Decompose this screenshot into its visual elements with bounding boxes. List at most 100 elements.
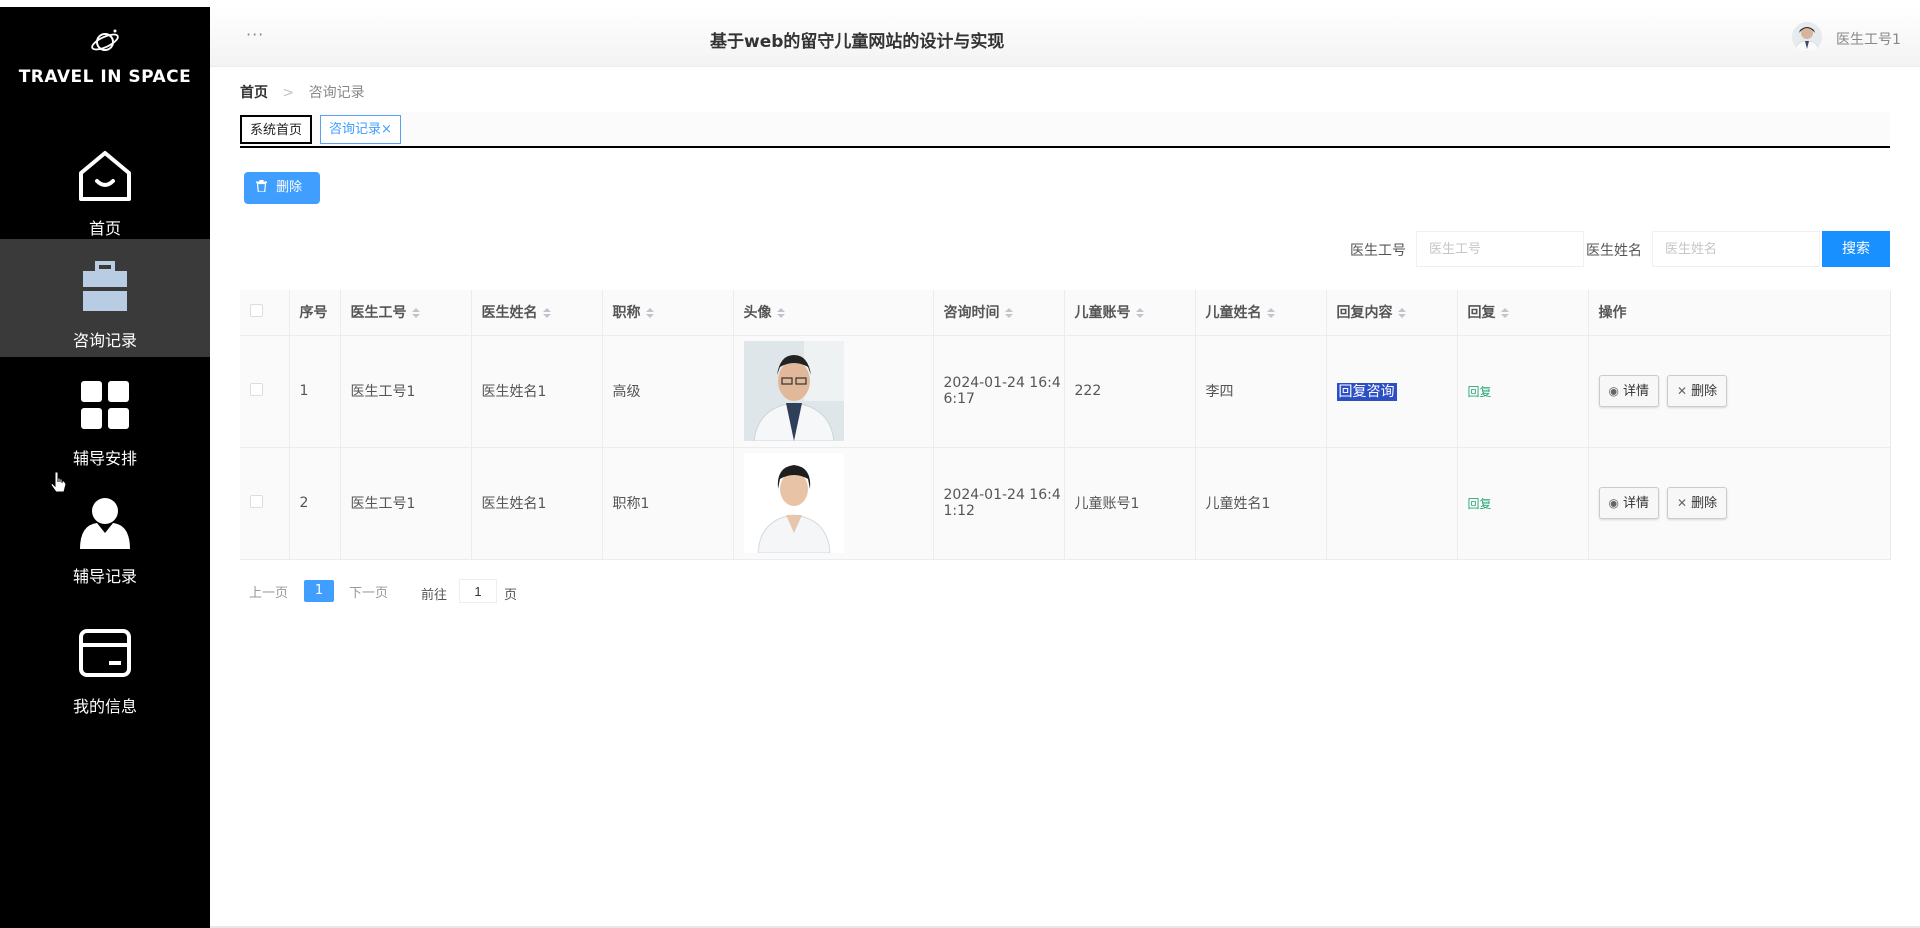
breadcrumb-separator: > — [282, 85, 295, 101]
sort-icon[interactable] — [1266, 308, 1275, 319]
sidebar: TRAVEL IN SPACE 首页 咨询记录 辅导安排 辅导记录 我的信息 — [0, 7, 210, 928]
sort-icon[interactable] — [1397, 308, 1406, 319]
column-header-sortable[interactable]: 回复内容 — [1326, 290, 1458, 336]
doctor-name-label: 医生姓名 — [1586, 243, 1642, 259]
actions-cell: ◉ 详情 ✕ 删除 — [1588, 447, 1891, 560]
batch-delete-button[interactable]: 删除 — [244, 172, 320, 204]
sidebar-item-label: 辅导安排 — [72, 449, 137, 468]
consult-time-cell: 2024-01-24 16:4 1:12 — [933, 447, 1065, 560]
title-cell: 高级 — [602, 335, 734, 448]
actions-cell: ◉ 详情 ✕ 删除 — [1588, 335, 1891, 448]
avatar[interactable] — [1792, 22, 1822, 52]
reply-cell: 回复 — [1457, 447, 1589, 560]
column-header: 操作 — [1588, 290, 1891, 336]
goto-label: 前往 — [421, 588, 448, 603]
row-checkbox[interactable] — [250, 494, 263, 508]
brand: TRAVEL IN SPACE — [0, 7, 210, 97]
doctor-id-input[interactable] — [1416, 231, 1584, 267]
consult-time-date: 2024-01-24 16:4 — [943, 487, 1061, 503]
doctor-id-label: 医生工号 — [1350, 243, 1406, 259]
consult-time-rest: 6:17 — [943, 391, 975, 407]
column-header-sortable[interactable]: 头像 — [733, 290, 934, 336]
close-icon: ✕ — [1677, 496, 1688, 510]
consult-time-cell: 2024-01-24 16:4 6:17 — [933, 335, 1065, 448]
child-name-cell: 儿童姓名1 — [1195, 447, 1327, 560]
tab-close-icon[interactable]: × — [381, 122, 392, 137]
sort-icon[interactable] — [645, 308, 654, 319]
sidebar-item-tutoring-records[interactable]: 辅导记录 — [0, 475, 210, 593]
page-suffix: 页 — [504, 588, 518, 603]
row-checkbox[interactable] — [250, 382, 263, 396]
tab-bar: 系统首页 咨询记录× — [240, 112, 1890, 148]
page-title: 基于web的留守儿童网站的设计与实现 — [710, 32, 1005, 52]
grid-icon — [81, 381, 129, 429]
column-header-sortable[interactable]: 职称 — [602, 290, 734, 336]
prev-page-button[interactable]: 上一页 — [249, 582, 288, 601]
planet-icon — [91, 29, 119, 51]
index-cell: 1 — [289, 335, 341, 448]
sidebar-item-home[interactable]: 首页 — [0, 127, 210, 245]
sort-icon[interactable] — [411, 308, 420, 319]
detail-button[interactable]: ◉ 详情 — [1598, 487, 1659, 519]
select-all-checkbox[interactable] — [250, 303, 263, 317]
page-number-current[interactable]: 1 — [304, 580, 334, 602]
sidebar-item-label: 辅导记录 — [72, 567, 137, 586]
breadcrumb-home[interactable]: 首页 — [240, 85, 268, 101]
trash-icon — [256, 180, 276, 195]
sort-icon[interactable] — [542, 308, 551, 319]
consult-records-table: 序号 医生工号 医生姓名 职称 头像 咨询时间 儿童账号 儿童姓名 回复内容 回… — [240, 290, 1891, 560]
row-select-cell[interactable] — [240, 447, 290, 560]
close-icon: ✕ — [1677, 384, 1688, 398]
column-header-sortable[interactable]: 医生姓名 — [471, 290, 603, 336]
home-icon — [79, 151, 131, 201]
user-name[interactable]: 医生工号1 — [1836, 29, 1901, 49]
reply-link[interactable]: 回复 — [1468, 497, 1492, 511]
doctor-name-cell: 医生姓名1 — [471, 335, 603, 448]
sidebar-item-consult-records[interactable]: 咨询记录 — [0, 239, 210, 357]
eye-icon: ◉ — [1608, 496, 1619, 510]
tab-label: 咨询记录 — [329, 122, 382, 137]
column-header-sortable[interactable]: 医生工号 — [340, 290, 472, 336]
detail-button[interactable]: ◉ 详情 — [1598, 375, 1659, 407]
next-page-button[interactable]: 下一页 — [349, 582, 388, 601]
column-header-sortable[interactable]: 儿童姓名 — [1195, 290, 1327, 336]
sort-icon[interactable] — [1500, 308, 1509, 319]
mouse-cursor-icon — [50, 471, 67, 493]
tab-system-home[interactable]: 系统首页 — [240, 115, 313, 144]
doctor-avatar-icon — [1792, 22, 1822, 52]
table-row: 2 医生工号1 医生姓名1 职称1 2024-01-24 16:4 1:12 儿… — [240, 447, 1891, 560]
doctor-photo — [743, 453, 844, 553]
doctor-id-cell: 医生工号1 — [340, 335, 472, 448]
sidebar-item-tutoring-schedule[interactable]: 辅导安排 — [0, 357, 210, 475]
goto-page-input[interactable] — [459, 579, 497, 603]
sidebar-item-label: 我的信息 — [72, 697, 137, 716]
reply-content-cell — [1326, 447, 1458, 560]
sort-icon[interactable] — [1135, 308, 1144, 319]
doctor-name-input[interactable] — [1652, 231, 1820, 267]
child-account-cell: 222 — [1064, 335, 1196, 448]
app-window: TRAVEL IN SPACE 首页 咨询记录 辅导安排 辅导记录 我的信息 ·… — [0, 0, 1920, 928]
card-icon — [79, 629, 131, 677]
tab-label: 系统首页 — [250, 123, 303, 138]
column-header-sortable[interactable]: 回复 — [1457, 290, 1589, 336]
reply-link[interactable]: 回复 — [1468, 385, 1492, 399]
child-account-cell: 儿童账号1 — [1064, 447, 1196, 560]
more-icon[interactable]: ··· — [246, 25, 264, 44]
tab-consult-records[interactable]: 咨询记录× — [320, 115, 401, 144]
photo-cell — [733, 335, 934, 448]
briefcase-icon — [83, 261, 127, 311]
sort-icon[interactable] — [776, 308, 785, 319]
sort-icon[interactable] — [1004, 308, 1013, 319]
table-header-row: 序号 医生工号 医生姓名 职称 头像 咨询时间 儿童账号 儿童姓名 回复内容 回… — [240, 290, 1891, 336]
doctor-photo — [743, 341, 844, 441]
sidebar-item-label: 首页 — [88, 219, 121, 238]
reply-content-text: 回复咨询 — [1336, 383, 1397, 401]
column-header-sortable[interactable]: 儿童账号 — [1064, 290, 1196, 336]
search-button[interactable]: 搜索 — [1822, 231, 1890, 267]
row-select-cell[interactable] — [240, 335, 290, 448]
sidebar-item-my-info[interactable]: 我的信息 — [0, 605, 210, 723]
delete-button[interactable]: ✕ 删除 — [1667, 487, 1728, 519]
delete-button[interactable]: ✕ 删除 — [1667, 375, 1728, 407]
column-header-sortable[interactable]: 咨询时间 — [933, 290, 1065, 336]
select-all-cell[interactable] — [240, 290, 290, 336]
